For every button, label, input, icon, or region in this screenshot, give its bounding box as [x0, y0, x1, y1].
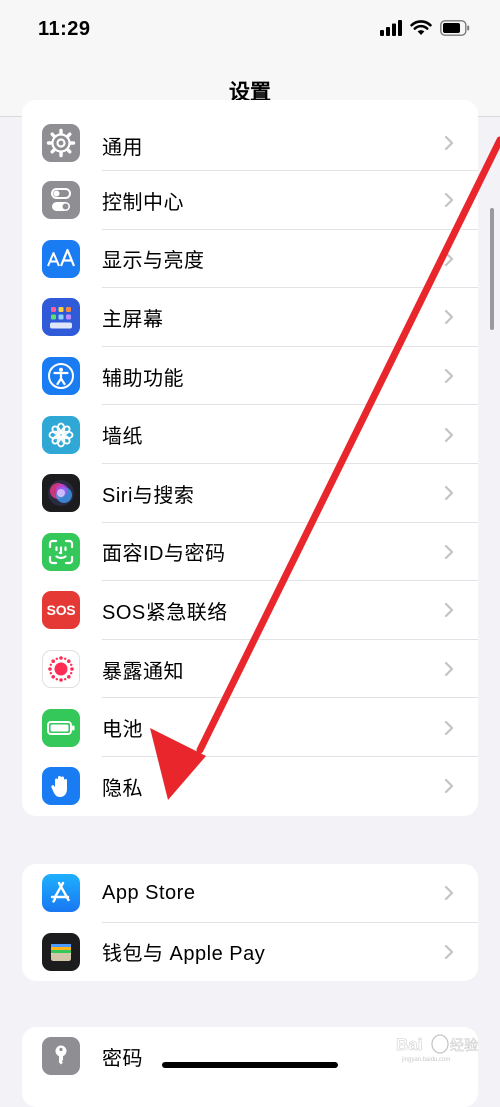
settings-row-battery[interactable]: 电池: [22, 698, 478, 757]
chevron-right-icon: [444, 251, 454, 266]
settings-group-main: 通用 控制中心 显示与亮度 主屏幕 辅助功能 墙纸 Siri与搜索 面容ID与密…: [22, 100, 478, 816]
settings-label: SOS紧急联络: [102, 601, 228, 624]
sos-icon-text: SOS: [46, 602, 76, 619]
status-icons: [380, 20, 470, 36]
settings-label: 电池: [102, 719, 143, 742]
home-indicator[interactable]: [162, 1062, 338, 1068]
chevron-right-icon: [444, 368, 454, 384]
siri-icon: [42, 474, 80, 513]
battery-icon: [440, 20, 470, 36]
settings-row-app-store[interactable]: App Store: [22, 864, 478, 923]
flower-icon: [42, 415, 80, 454]
settings-label: 主屏幕: [102, 308, 164, 331]
settings-row-siri[interactable]: Siri与搜索: [22, 464, 478, 523]
chevron-right-icon: [444, 310, 454, 325]
settings-label: 显示与亮度: [102, 250, 205, 273]
battery-settings-icon: [42, 708, 80, 747]
exposure-icon: [42, 650, 80, 689]
settings-row-exposure[interactable]: 暴露通知: [22, 640, 478, 699]
home-screen-icon: [42, 298, 80, 337]
scroll-indicator[interactable]: [490, 208, 494, 330]
wifi-icon: [410, 20, 432, 35]
status-time: 11:29: [38, 18, 91, 40]
baidu-watermark: Bai 经验 jingyan.baidu.com: [396, 1034, 478, 1063]
settings-row-wallet[interactable]: 钱包与 Apple Pay: [22, 923, 478, 982]
chevron-right-icon: [444, 427, 454, 442]
settings-row-general[interactable]: 通用: [22, 100, 478, 171]
hand-icon: [42, 767, 80, 806]
chevron-right-icon: [444, 193, 454, 208]
wallet-icon: [42, 932, 80, 971]
chevron-right-icon: [444, 779, 454, 794]
chevron-right-icon: [444, 135, 454, 151]
key-icon: [42, 1037, 80, 1076]
settings-label: 隐私: [102, 777, 143, 800]
accessibility-icon: [42, 357, 80, 396]
settings-label: 密码: [102, 1047, 143, 1070]
signal-icon: [380, 20, 402, 36]
settings-row-wallpaper[interactable]: 墙纸: [22, 405, 478, 464]
chevron-right-icon: [444, 944, 454, 959]
status-bar: 11:29: [0, 0, 500, 60]
settings-group-store: App Store 钱包与 Apple Pay: [22, 864, 478, 982]
chevron-right-icon: [444, 486, 454, 501]
settings-label: 通用: [102, 137, 143, 159]
settings-label: 钱包与 Apple Pay: [102, 943, 266, 966]
toggles-icon: [42, 181, 80, 220]
svg-text:jingyan.baidu.com: jingyan.baidu.com: [401, 1057, 450, 1063]
face-id-icon: [42, 532, 80, 571]
chevron-right-icon: [444, 544, 454, 559]
svg-text:Bai: Bai: [396, 1035, 422, 1054]
svg-text:经验: 经验: [450, 1037, 478, 1053]
settings-label: 控制中心: [102, 191, 184, 214]
settings-row-accessibility[interactable]: 辅助功能: [22, 347, 478, 406]
chevron-right-icon: [444, 603, 454, 618]
gear-icon: [42, 124, 80, 162]
settings-row-display[interactable]: 显示与亮度: [22, 230, 478, 289]
chevron-right-icon: [444, 720, 454, 735]
sos-icon: SOS: [42, 591, 80, 630]
settings-row-privacy[interactable]: 隐私: [22, 757, 478, 816]
settings-label: 暴露通知: [102, 660, 184, 683]
settings-label: 辅助功能: [102, 367, 184, 390]
text-size-icon: [42, 239, 80, 278]
settings-label: App Store: [102, 881, 196, 904]
app-store-icon: [42, 874, 80, 913]
settings-label: 面容ID与密码: [102, 543, 226, 566]
chevron-right-icon: [444, 886, 454, 901]
chevron-right-icon: [444, 661, 454, 677]
settings-row-control-center[interactable]: 控制中心: [22, 171, 478, 230]
settings-row-face-id[interactable]: 面容ID与密码: [22, 523, 478, 582]
settings-row-emergency-sos[interactable]: SOS SOS紧急联络: [22, 581, 478, 640]
settings-row-home-screen[interactable]: 主屏幕: [22, 288, 478, 347]
settings-label: 墙纸: [102, 426, 143, 449]
settings-label: Siri与搜索: [102, 484, 195, 507]
